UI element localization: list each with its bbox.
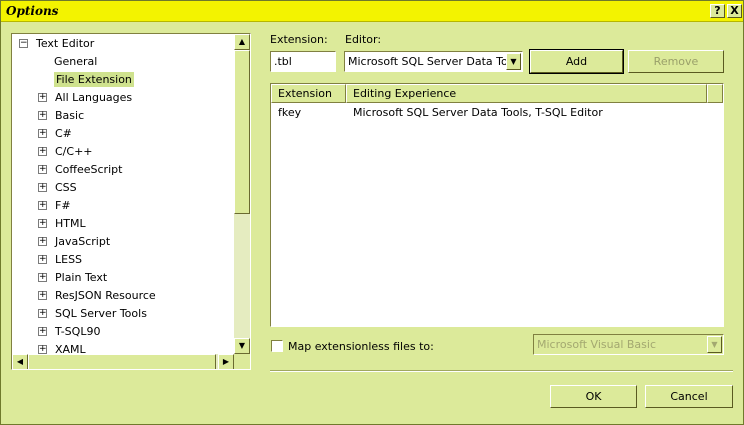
tree-item-label: C/C++ <box>55 145 93 158</box>
tree-item-label: JavaScript <box>55 235 111 248</box>
help-button[interactable]: ? <box>710 4 725 18</box>
expand-icon[interactable]: + <box>38 147 47 156</box>
expand-icon[interactable]: + <box>38 327 47 336</box>
tree-item[interactable]: − Text Editor <box>12 35 234 53</box>
tree-item[interactable]: + T-SQL90 <box>12 323 234 341</box>
expand-icon[interactable]: + <box>38 201 47 210</box>
extension-label: Extension: <box>270 33 328 46</box>
editor-dropdown[interactable]: Microsoft SQL Server Data Tools, T-SQL E… <box>344 51 523 72</box>
extension-list: Extension Editing Experience fkey Micros… <box>270 83 724 327</box>
expand-icon[interactable]: + <box>38 93 47 102</box>
tree-item-label: CSS <box>55 181 77 194</box>
tree-item-label: C# <box>55 127 72 140</box>
close-button[interactable]: X <box>727 4 742 18</box>
extensionless-selected-value: Microsoft Visual Basic <box>537 338 657 351</box>
map-extensionless-checkbox[interactable] <box>271 340 283 352</box>
column-header-extension[interactable]: Extension <box>271 84 346 103</box>
tree-item[interactable]: + CSS <box>12 179 234 197</box>
column-header-editing-experience[interactable]: Editing Experience <box>346 84 707 103</box>
tree-item[interactable]: + F# <box>12 197 234 215</box>
tree-item-label: HTML <box>55 217 86 230</box>
cancel-button[interactable]: Cancel <box>645 385 733 408</box>
extensionless-editor-dropdown[interactable]: Microsoft Visual Basic ▼ <box>533 334 724 355</box>
tree-item-label: General <box>54 55 98 68</box>
tree-item-label: Plain Text <box>55 271 108 284</box>
chevron-down-icon[interactable]: ▼ <box>506 53 521 70</box>
scroll-left-icon[interactable]: ◀ <box>12 354 28 369</box>
tree-hscroll-thumb[interactable] <box>28 354 216 369</box>
tree-horizontal-scrollbar[interactable]: ◀ ▶ <box>12 354 234 369</box>
remove-button[interactable]: Remove <box>628 50 724 73</box>
tree-items: − Text Editor General File Extension + All La… <box>12 34 234 356</box>
window-title: Options <box>6 4 59 18</box>
tree-item-label: Text Editor <box>36 37 95 50</box>
tree-item[interactable]: + ResJSON Resource <box>12 287 234 305</box>
expand-icon[interactable]: + <box>38 237 47 246</box>
add-button[interactable]: Add <box>529 49 624 74</box>
tree-item[interactable]: + LESS <box>12 251 234 269</box>
expand-icon[interactable]: + <box>38 165 47 174</box>
expand-icon[interactable]: + <box>38 255 47 264</box>
tree-item-label: Basic <box>55 109 85 122</box>
scroll-down-icon[interactable]: ▼ <box>234 338 250 354</box>
scroll-right-icon[interactable]: ▶ <box>218 354 234 369</box>
column-header-filler <box>707 84 723 103</box>
expand-icon[interactable]: + <box>38 183 47 192</box>
tree-item[interactable]: + HTML <box>12 215 234 233</box>
map-extensionless-label: Map extensionless files to: <box>288 340 434 353</box>
row-extension-cell: fkey <box>278 106 302 119</box>
chevron-down-icon[interactable]: ▼ <box>707 336 722 353</box>
expand-icon[interactable]: + <box>38 291 47 300</box>
tree-item-label: F# <box>55 199 71 212</box>
tree-item-label: SQL Server Tools <box>55 307 147 320</box>
ok-button[interactable]: OK <box>550 385 637 408</box>
tree-item[interactable]: + JavaScript <box>12 233 234 251</box>
tree-item-label: LESS <box>55 253 83 266</box>
expand-icon[interactable]: + <box>38 111 47 120</box>
expand-icon[interactable]: + <box>38 219 47 228</box>
tree-item[interactable]: + SQL Server Tools <box>12 305 234 323</box>
tree-vertical-scrollbar[interactable]: ▲ ▼ <box>234 34 250 354</box>
tree-item[interactable]: + All Languages <box>12 89 234 107</box>
tree-item[interactable]: + C# <box>12 125 234 143</box>
tree-item[interactable]: + Basic <box>12 107 234 125</box>
table-row[interactable]: fkey Microsoft SQL Server Data Tools, T-… <box>271 105 723 122</box>
tree-item[interactable]: File Extension <box>12 71 234 89</box>
tree-item[interactable]: + CoffeeScript <box>12 161 234 179</box>
expand-icon[interactable]: + <box>38 309 47 318</box>
row-editor-cell: Microsoft SQL Server Data Tools, T-SQL E… <box>353 106 603 119</box>
tree-item-label: ResJSON Resource <box>55 289 156 302</box>
expand-icon[interactable]: + <box>38 129 47 138</box>
extension-input[interactable] <box>270 51 336 72</box>
list-header: Extension Editing Experience <box>271 84 723 103</box>
tree-item-label: All Languages <box>55 91 133 104</box>
expand-icon[interactable]: + <box>38 345 47 354</box>
tree-item[interactable]: + Plain Text <box>12 269 234 287</box>
tree-item[interactable]: General <box>12 53 234 71</box>
editor-label: Editor: <box>345 33 382 46</box>
tree-item-label: File Extension <box>54 72 134 87</box>
options-tree: − Text Editor General File Extension + All La… <box>11 33 251 370</box>
tree-item-label: CoffeeScript <box>55 163 123 176</box>
tree-item-label: T-SQL90 <box>55 325 101 338</box>
options-dialog: Options ? X − Text Editor General File Exte… <box>0 0 744 425</box>
scroll-up-icon[interactable]: ▲ <box>234 34 250 50</box>
divider <box>270 370 733 372</box>
expand-icon[interactable]: + <box>38 273 47 282</box>
collapse-icon[interactable]: − <box>19 39 28 48</box>
title-bar[interactable]: Options ? X <box>1 1 743 22</box>
tree-item[interactable]: + C/C++ <box>12 143 234 161</box>
scroll-corner <box>234 354 250 369</box>
editor-selected-value: Microsoft SQL Server Data Tools, T-SQL E… <box>348 55 506 68</box>
tree-vscroll-thumb[interactable] <box>234 50 250 214</box>
